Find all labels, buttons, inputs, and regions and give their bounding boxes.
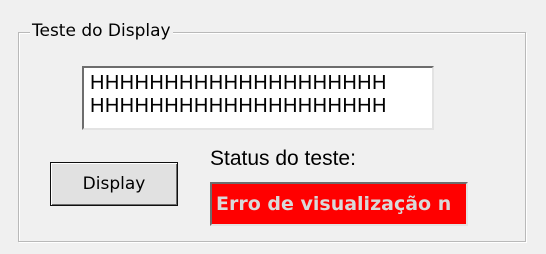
display-button[interactable]: Display <box>50 162 178 206</box>
status-value: Erro de visualização n <box>216 193 452 215</box>
display-line-2: HHHHHHHHHHHHHHHHHHHH <box>90 95 387 117</box>
display-textbox[interactable]: HHHHHHHHHHHHHHHHHHHH HHHHHHHHHHHHHHHHHHH… <box>82 66 434 130</box>
groupbox-title: Teste do Display <box>30 20 173 42</box>
status-field: Erro de visualização n <box>210 182 468 226</box>
status-label: Status do teste: <box>210 147 356 170</box>
display-line-1: HHHHHHHHHHHHHHHHHHHH <box>90 72 387 94</box>
